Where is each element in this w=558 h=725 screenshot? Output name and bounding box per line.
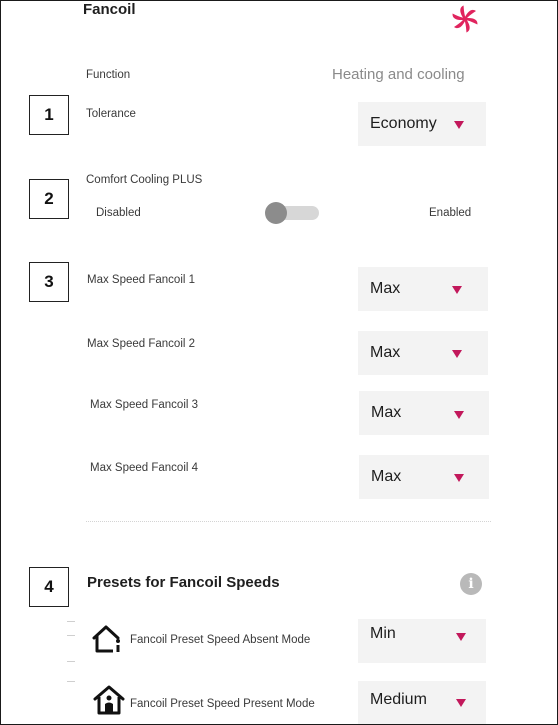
toggle-disabled-label: Disabled [96, 207, 141, 219]
info-icon[interactable]: i [460, 573, 482, 595]
caret-down-icon [452, 286, 462, 294]
section-divider [86, 521, 491, 522]
fan-logo-icon [452, 5, 478, 33]
preset-absent-select[interactable]: Min [358, 619, 486, 663]
tolerance-value: Economy [370, 115, 437, 132]
preset-present-value: Medium [370, 691, 427, 708]
callout-badge-3: 3 [29, 262, 69, 302]
caret-down-icon [454, 411, 464, 419]
function-value: Heating and cooling [332, 66, 465, 83]
page-title: Fancoil [83, 1, 136, 18]
preset-absent-value: Min [370, 625, 396, 642]
preset-present-select[interactable]: Medium [358, 681, 486, 724]
tolerance-select[interactable]: Economy [358, 102, 486, 146]
max-speed-fancoil-1-value: Max [370, 280, 401, 297]
max-speed-fancoil-4-label: Max Speed Fancoil 4 [90, 462, 199, 474]
home-present-icon [93, 685, 125, 715]
max-speed-fancoil-1-label: Max Speed Fancoil 1 [87, 274, 196, 286]
max-speed-fancoil-2-value: Max [370, 344, 401, 361]
preset-absent-label: Fancoil Preset Speed Absent Mode [130, 634, 311, 646]
tolerance-label: Tolerance [86, 108, 136, 120]
max-speed-fancoil-2-label: Max Speed Fancoil 2 [87, 338, 196, 350]
callout-badge-4: 4 [29, 567, 69, 607]
callout-badge-2: 2 [29, 179, 69, 219]
comfort-cooling-label: Comfort Cooling PLUS [86, 174, 203, 186]
max-speed-fancoil-3-value: Max [371, 404, 402, 421]
caret-down-icon [452, 350, 462, 358]
fancoil-settings-panel: Fancoil Function Heating and cooling 1 T… [0, 0, 558, 725]
max-speed-fancoil-3-label: Max Speed Fancoil 3 [90, 399, 199, 411]
function-label: Function [86, 69, 131, 81]
caret-down-icon [454, 121, 464, 129]
max-speed-fancoil-3-select[interactable]: Max [359, 391, 489, 435]
callout-badge-1: 1 [29, 95, 69, 135]
max-speed-fancoil-1-select[interactable]: Max [358, 267, 488, 311]
max-speed-fancoil-2-select[interactable]: Max [358, 331, 488, 375]
caret-down-icon [456, 699, 466, 707]
toggle-enabled-label: Enabled [429, 207, 472, 219]
presets-section-title: Presets for Fancoil Speeds [87, 574, 280, 591]
caret-down-icon [456, 633, 466, 641]
home-absent-icon [92, 625, 120, 653]
max-speed-fancoil-4-select[interactable]: Max [359, 455, 489, 499]
preset-present-label: Fancoil Preset Speed Present Mode [130, 698, 315, 710]
caret-down-icon [454, 474, 464, 482]
toggle-knob[interactable] [265, 202, 287, 224]
max-speed-fancoil-4-value: Max [371, 468, 402, 485]
